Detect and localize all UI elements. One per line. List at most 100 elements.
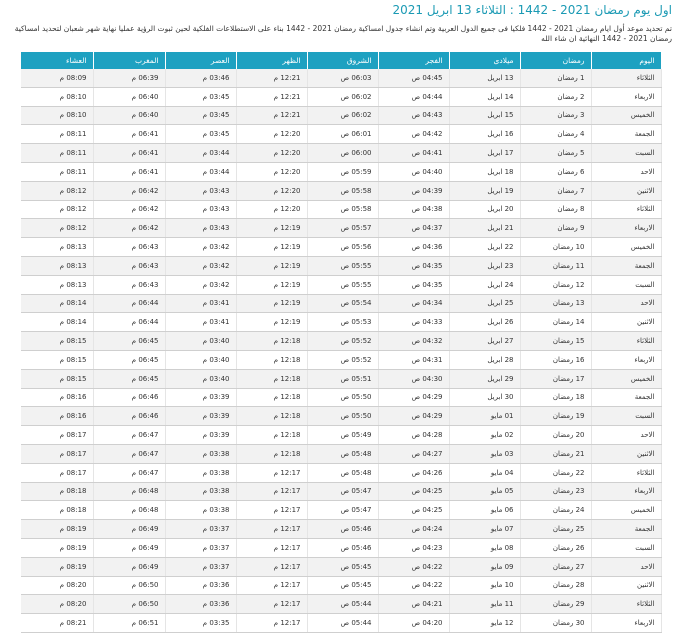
cell-maghrib: 06:48 م [93,482,166,502]
cell-fajr: 04:22 ص [378,557,450,577]
cell-asr: 03:46 م [165,69,237,88]
cell-dhuhr: 12:21 م [236,69,308,88]
cell-sunrise: 05:47 ص [307,482,379,502]
cell-isha: 08:10 م [21,87,94,107]
cell-isha: 08:09 م [21,69,94,88]
cell-fajr: 04:21 ص [378,594,450,615]
cell-isha: 08:12 م [21,181,94,201]
cell-ramadan-day: 5 رمضان [520,143,592,163]
cell-fajr: 04:35 ص [378,275,450,295]
cell-maghrib: 06:47 م [93,425,166,445]
cell-maghrib: 06:40 م [93,87,166,107]
cell-dhuhr: 12:17 م [236,594,308,615]
header-sunrise: الشروق [307,52,379,69]
cell-sunrise: 05:50 ص [307,388,379,408]
cell-asr: 03:40 م [165,350,237,370]
cell-ramadan-day: 15 رمضان [520,331,592,351]
cell-sunrise: 05:47 ص [307,500,379,521]
cell-day: الجمعة [591,124,662,145]
table-row: الاثنين 28 رمضان 10 مايو 04:22 ص 05:45 ص 12:1… [21,576,662,596]
cell-isha: 08:17 م [21,463,94,483]
cell-maghrib: 06:44 م [93,312,166,333]
cell-fajr: 04:38 ص [378,200,450,220]
cell-asr: 03:40 م [165,331,237,351]
header-fajr: الفجر [378,52,450,69]
cell-isha: 08:11 م [21,162,94,182]
cell-sunrise: 05:52 ص [307,331,379,351]
cell-dhuhr: 12:17 م [236,576,308,596]
cell-asr: 03:43 م [165,181,237,201]
cell-dhuhr: 12:17 م [236,500,308,521]
cell-maghrib: 06:50 م [93,594,166,615]
table-row: الاربعاء 23 رمضان 05 مايو 04:25 ص 05:47 ص 12:… [21,482,662,502]
cell-maghrib: 06:40 م [93,106,166,126]
cell-isha: 08:16 م [21,406,94,427]
cell-maghrib: 06:45 م [93,350,166,370]
table-row: السبت 26 رمضان 08 مايو 04:23 ص 05:46 ص 12:17 … [21,538,662,558]
cell-dhuhr: 12:17 م [236,557,308,577]
cell-gregorian-date: 26 ابريل [449,312,521,333]
cell-fajr: 04:29 ص [378,388,450,408]
cell-asr: 03:38 م [165,482,237,502]
header-ramadan: رمضان [520,52,592,69]
cell-asr: 03:44 م [165,162,237,182]
cell-ramadan-day: 8 رمضان [520,200,592,220]
cell-fajr: 04:28 ص [378,425,450,445]
cell-isha: 08:18 م [21,500,94,521]
cell-day: الجمعة [591,519,662,539]
table-body: الثلاثاء 1 رمضان 13 ابريل 04:45 ص 06:03 ص 12:… [21,69,662,633]
table-row: الخميس 17 رمضان 29 ابريل 04:30 ص 05:51 ص 12:1… [21,369,662,389]
cell-sunrise: 05:46 ص [307,519,379,539]
cell-dhuhr: 12:19 م [236,275,308,295]
cell-isha: 08:21 م [21,613,94,633]
cell-dhuhr: 12:19 م [236,312,308,333]
cell-maghrib: 06:41 م [93,162,166,182]
cell-sunrise: 05:57 ص [307,218,379,239]
cell-isha: 08:20 م [21,594,94,615]
cell-day: الاثنين [591,444,662,464]
cell-ramadan-day: 3 رمضان [520,106,592,126]
cell-isha: 08:14 م [21,294,94,314]
cell-isha: 08:17 م [21,425,94,445]
cell-fajr: 04:26 ص [378,463,450,483]
cell-fajr: 04:31 ص [378,350,450,370]
cell-fajr: 04:35 ص [378,256,450,276]
cell-fajr: 04:29 ص [378,406,450,427]
cell-ramadan-day: 12 رمضان [520,275,592,295]
cell-gregorian-date: 17 ابريل [449,143,521,163]
header-gregorian: ميلادى [449,52,521,69]
cell-isha: 08:19 م [21,538,94,558]
header-asr: العصر [165,52,237,69]
cell-asr: 03:42 م [165,256,237,276]
cell-dhuhr: 12:17 م [236,538,308,558]
cell-day: السبت [591,406,662,427]
table-row: الاربعاء 16 رمضان 28 ابريل 04:31 ص 05:52 ص 12… [21,350,662,370]
table-row: الجمعة 11 رمضان 23 ابريل 04:35 ص 05:55 ص 12:1… [21,256,662,276]
cell-day: الاحد [591,557,662,577]
imsakia-table: اليوم رمضان ميلادى الفجر الشروق الظهر العصر الم… [21,52,662,633]
cell-gregorian-date: 05 مايو [449,482,521,502]
cell-isha: 08:17 م [21,444,94,464]
cell-dhuhr: 12:17 م [236,463,308,483]
cell-day: الخميس [591,500,662,521]
cell-isha: 08:20 م [21,576,94,596]
header-day: اليوم [591,52,662,69]
cell-day: الجمعة [591,256,662,276]
cell-sunrise: 05:53 ص [307,312,379,333]
table-row: الثلاثاء 15 رمضان 27 ابريل 04:32 ص 05:52 ص 12… [21,331,662,351]
cell-maghrib: 06:46 م [93,388,166,408]
cell-asr: 03:38 م [165,500,237,521]
cell-dhuhr: 12:18 م [236,331,308,351]
cell-fajr: 04:41 ص [378,143,450,163]
cell-sunrise: 05:49 ص [307,425,379,445]
cell-fajr: 04:32 ص [378,331,450,351]
cell-isha: 08:16 م [21,388,94,408]
cell-day: السبت [591,275,662,295]
table-row: الثلاثاء 8 رمضان 20 ابريل 04:38 ص 05:58 ص 12:… [21,200,662,220]
cell-ramadan-day: 26 رمضان [520,538,592,558]
cell-isha: 08:12 م [21,200,94,220]
cell-isha: 08:13 م [21,275,94,295]
cell-ramadan-day: 18 رمضان [520,388,592,408]
cell-gregorian-date: 20 ابريل [449,200,521,220]
cell-day: الثلاثاء [591,331,662,351]
